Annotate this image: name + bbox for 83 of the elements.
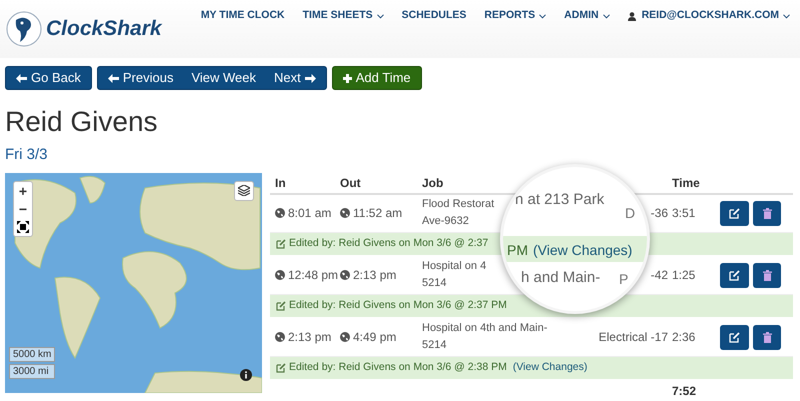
magnified-text: D: [625, 204, 636, 223]
globe-icon: [340, 332, 350, 342]
table-cell: Electrical -17: [598, 330, 668, 344]
nav-link[interactable]: REID@CLOCKSHARK.COM: [628, 8, 790, 24]
scale-label: 5000 km: [9, 346, 56, 362]
edit-note: Edited by: Reid Givens on Mon 3/6 @ 2:37: [289, 236, 488, 251]
job-text: Hospital on 4th and Main-: [422, 321, 548, 336]
edit-icon: [729, 332, 740, 342]
view-week-button[interactable]: View Week: [183, 67, 264, 89]
view-changes-link[interactable]: (View Changes): [533, 240, 632, 261]
left-arrow-icon: [108, 74, 119, 82]
edit-icon: [276, 300, 286, 310]
magnified-text: P: [619, 270, 628, 289]
column-header: Time: [672, 176, 700, 190]
globe-icon: [275, 270, 285, 280]
edit-icon: [729, 208, 740, 218]
nav-link[interactable]: SCHEDULES: [402, 8, 466, 24]
magnified-text: h and Main-: [521, 268, 600, 288]
nav-link[interactable]: REPORTS: [484, 8, 546, 24]
globe-icon: [275, 332, 285, 342]
edit-icon: [729, 270, 740, 280]
edit-note: Edited by: Reid Givens on Mon 3/6 @ 2:37 PM: [289, 298, 507, 313]
view-changes-link[interactable]: (View Changes): [512, 360, 588, 376]
globe-icon: [275, 208, 285, 218]
zoom-out-button[interactable]: −: [14, 200, 32, 218]
layers-icon: [238, 185, 250, 196]
edit-button[interactable]: [720, 200, 749, 226]
column-header: In: [275, 176, 286, 190]
previous-button[interactable]: Previous: [98, 67, 184, 89]
user-icon: [628, 12, 636, 20]
trash-icon: [762, 270, 772, 280]
time-cell-text: 4:49 pm: [353, 329, 396, 346]
date-label: Fri 3/3: [4, 145, 49, 165]
layers-button[interactable]: [234, 180, 254, 200]
fullscreen-icon[interactable]: [17, 220, 29, 232]
time-cell-text: 2:13 pm: [353, 267, 396, 284]
delete-button[interactable]: [753, 200, 781, 226]
job-text: Hospital on 4: [422, 259, 486, 274]
zoom-in-button[interactable]: +: [14, 182, 32, 200]
next-button[interactable]: Next: [264, 67, 326, 89]
globe-icon: [340, 208, 350, 218]
job-text: Ave-9632: [422, 214, 469, 229]
edit-button[interactable]: [720, 262, 749, 288]
map[interactable]: + − 5000 km 3000 mi: [5, 172, 262, 392]
nav-link[interactable]: MY TIME CLOCK: [200, 8, 285, 24]
time-cell-text: 12:48 pm: [288, 267, 338, 284]
scale-label: 3000 mi: [9, 364, 56, 378]
time-cell-text: 8:01 am: [288, 205, 332, 222]
column-header: Out: [340, 176, 361, 190]
plus-icon: [342, 74, 352, 82]
edit-note: Edited by: Reid Givens on Mon 3/6 @ 2:38 PM: [289, 360, 507, 375]
edit-icon: [276, 238, 286, 248]
trash-icon: [762, 332, 772, 342]
delete-button[interactable]: [753, 324, 781, 350]
edit-button[interactable]: [720, 324, 749, 350]
table-cell: -36: [650, 206, 668, 220]
duration-cell: 2:36: [672, 330, 696, 344]
job-text: 5214: [422, 338, 446, 353]
delete-button[interactable]: [753, 262, 781, 288]
right-arrow-icon: [304, 74, 316, 82]
duration-cell: 3:51: [672, 206, 696, 220]
add-time-button[interactable]: Add Time: [332, 66, 422, 90]
job-text: 5214: [422, 276, 446, 291]
globe-icon: [340, 270, 350, 280]
back-button[interactable]: Go Back: [5, 66, 92, 90]
shark-logo-icon: [6, 11, 42, 47]
magnified-text: PM: [507, 241, 528, 260]
trash-icon: [762, 208, 772, 218]
time-cell-text: 2:13 pm: [288, 329, 332, 346]
total-time: 7:52: [672, 382, 696, 400]
column-header: Job: [422, 176, 444, 190]
info-icon[interactable]: [240, 368, 252, 380]
nav-link[interactable]: ADMIN: [564, 8, 610, 24]
magnified-text: n at 213 Park: [515, 190, 604, 210]
page-title: Reid Givens: [4, 105, 159, 139]
duration-cell: 1:25: [672, 268, 696, 282]
time-cell-text: 11:52 am: [353, 205, 402, 222]
edit-icon: [276, 362, 286, 372]
nav-link[interactable]: TIME SHEETS: [302, 8, 384, 24]
job-text: Flood Restorat: [422, 197, 494, 212]
table-cell: -42: [650, 268, 668, 282]
logo-text: ClockShark: [46, 16, 162, 42]
left-arrow-icon: [16, 74, 27, 82]
